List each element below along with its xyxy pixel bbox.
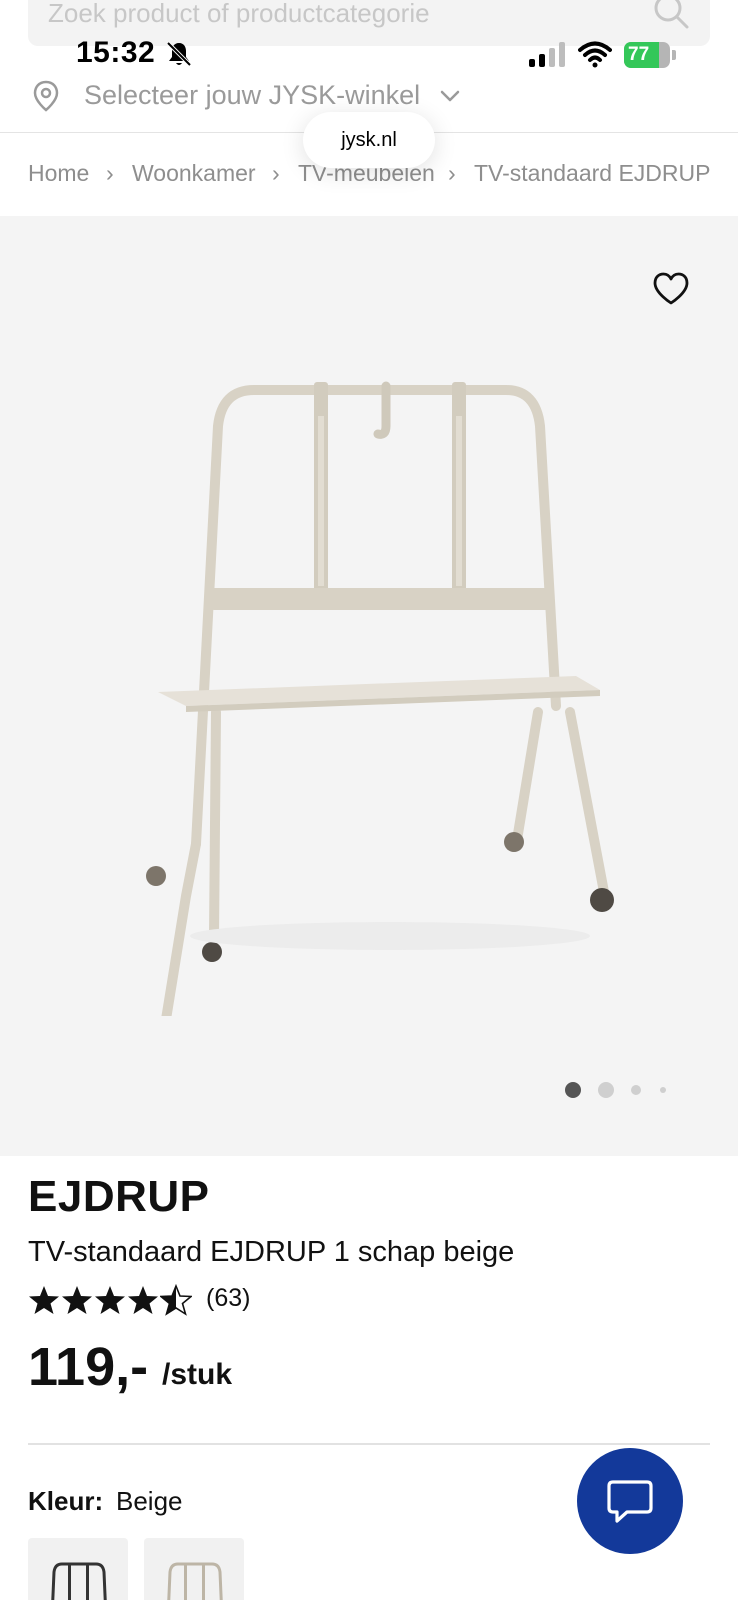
section-divider [28, 1443, 710, 1445]
breadcrumb-woonkamer[interactable]: Woonkamer [132, 160, 256, 187]
signal-icon [529, 42, 565, 67]
star-icon [95, 1286, 125, 1314]
color-swatch-beige[interactable] [144, 1538, 244, 1600]
rating-count[interactable]: (63) [206, 1284, 250, 1313]
star-icon [29, 1286, 59, 1314]
browser-url-pill[interactable]: jysk.nl [303, 112, 435, 168]
gallery-dot-active[interactable] [565, 1082, 581, 1098]
gallery-dot[interactable] [598, 1082, 614, 1098]
star-half-icon [160, 1284, 192, 1316]
color-value: Beige [116, 1486, 183, 1516]
gallery-dot[interactable] [660, 1087, 666, 1093]
product-image-gallery[interactable] [0, 216, 738, 1156]
gallery-pagination [0, 1080, 738, 1100]
chevron-down-icon [440, 90, 460, 102]
breadcrumb-separator: › [106, 160, 114, 186]
breadcrumb-current: TV-standaard EJDRUP [474, 160, 711, 186]
battery-indicator: 77 [624, 42, 676, 68]
product-price: 119,- [28, 1337, 149, 1397]
chat-bubble-icon [607, 1480, 653, 1523]
swatch-thumbnail-black [51, 1562, 107, 1600]
chat-button[interactable] [577, 1448, 683, 1554]
product-brand: EJDRUP [28, 1172, 210, 1221]
search-placeholder: Zoek product of productcategorie [48, 0, 430, 28]
star-icon [62, 1286, 92, 1314]
breadcrumb-separator: › [448, 160, 456, 186]
star-icon [128, 1286, 158, 1314]
location-pin-icon [33, 80, 59, 112]
wifi-icon [578, 41, 612, 68]
battery-percentage: 77 [628, 44, 650, 65]
swatch-thumbnail-beige [167, 1562, 223, 1600]
bell-slash-icon [166, 41, 192, 67]
color-swatch-black[interactable] [28, 1538, 128, 1600]
breadcrumb-home[interactable]: Home [28, 160, 89, 187]
product-photo-tv-stand [146, 381, 614, 1016]
breadcrumb-separator: › [272, 160, 280, 186]
search-icon[interactable] [652, 0, 690, 30]
store-selector-label: Selecteer jouw JYSK-winkel [84, 80, 421, 110]
price-unit: /stuk [162, 1358, 233, 1391]
heart-icon[interactable] [652, 272, 690, 306]
status-time: 15:32 [76, 36, 156, 69]
gallery-dot[interactable] [631, 1085, 641, 1095]
color-label: Kleur: [28, 1486, 104, 1516]
product-name: TV-standaard EJDRUP 1 schap beige [28, 1236, 515, 1268]
